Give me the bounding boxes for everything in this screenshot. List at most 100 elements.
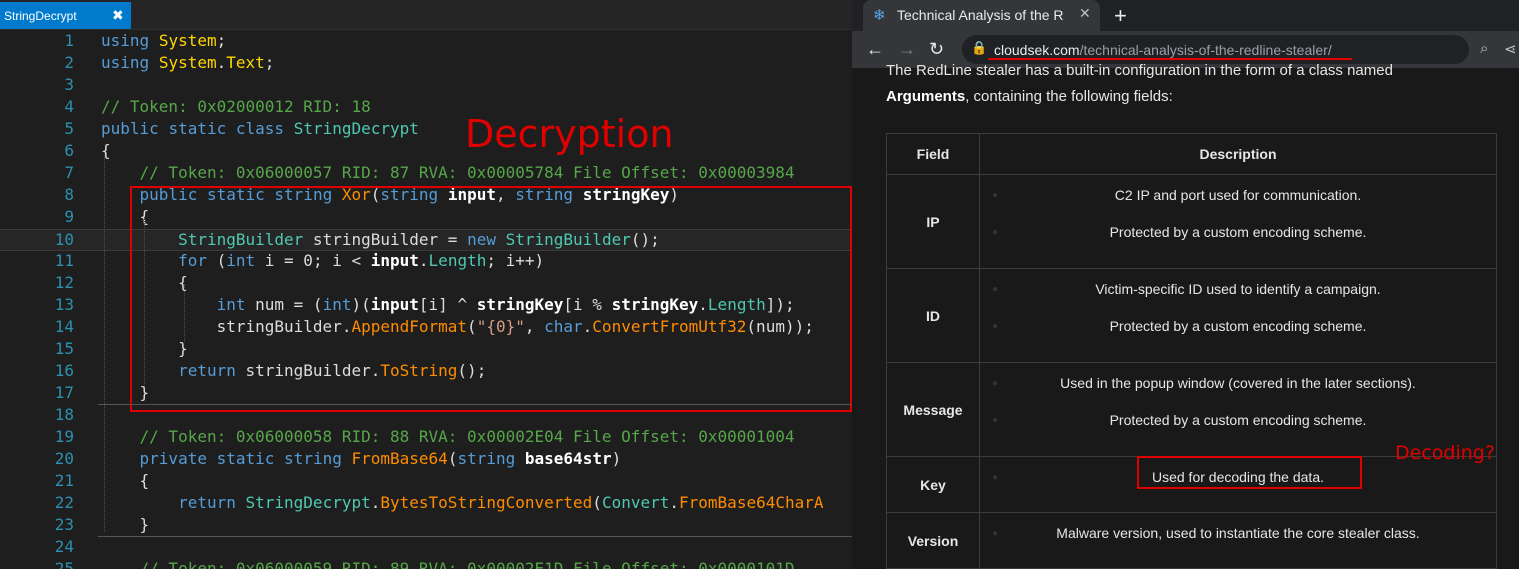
description-bullet: ● C2 IP and port used for communication.	[980, 177, 1496, 214]
method-separator	[98, 404, 852, 405]
page-content: The RedLine stealer has a built-in confi…	[852, 62, 1519, 569]
description-cell: ● C2 IP and port used for communication. ●…	[979, 174, 1497, 269]
site-favicon-icon: ❄	[873, 7, 886, 24]
new-tab-icon[interactable]: +	[1114, 3, 1127, 29]
bullet-icon: ●	[992, 284, 999, 295]
zoom-icon[interactable]: ⌕	[1480, 40, 1488, 57]
code-text: // Token: 0x06000059 RID: 89 RVA: 0x0000…	[101, 559, 795, 569]
editor-tab-bar: StringDecrypt ✖	[0, 0, 852, 30]
bullet-text: C2 IP and port used for communication.	[1114, 187, 1362, 203]
code-text: {	[101, 471, 150, 490]
intro-rest: , containing the following fields:	[965, 88, 1173, 105]
code-line[interactable]: 6{	[0, 140, 852, 162]
line-number: 9	[64, 207, 74, 226]
line-number: 17	[54, 383, 74, 402]
line-number: 13	[54, 295, 74, 314]
line-number: 11	[54, 251, 74, 270]
line-number: 18	[54, 405, 74, 424]
bullet-text: Protected by a custom encoding scheme.	[1109, 412, 1367, 428]
line-number: 3	[64, 75, 74, 94]
key-highlight-box	[1137, 456, 1362, 489]
indent-guide	[104, 152, 105, 532]
code-editor-pane: StringDecrypt ✖ 1 using System; 2 using Sys…	[0, 0, 852, 569]
editor-tab-label: StringDecrypt	[4, 9, 77, 23]
code-line[interactable]: 4 // Token: 0x02000012 RID: 18	[0, 96, 852, 118]
code-line[interactable]: 19 // Token: 0x06000058 RID: 88 RVA: 0x0…	[0, 426, 852, 448]
description-bullet: ● Malware version, used to instantiate th…	[980, 515, 1496, 552]
field-cell: IP	[886, 174, 980, 269]
line-number: 7	[64, 163, 74, 182]
decryption-annotation: Decryption	[465, 112, 674, 156]
code-text: // Token: 0x06000058 RID: 88 RVA: 0x0000…	[101, 427, 795, 446]
forward-arrow-icon[interactable]: →	[898, 39, 916, 60]
code-text: // Token: 0x06000057 RID: 87 RVA: 0x0000…	[101, 163, 795, 182]
editor-tab-stringdecrypt[interactable]: StringDecrypt ✖	[0, 2, 131, 29]
lock-icon: 🔒	[971, 40, 988, 55]
bullet-text: Used in the popup window (covered in the…	[1060, 375, 1416, 391]
line-number: 6	[64, 141, 74, 160]
line-number: 8	[64, 185, 74, 204]
bullet-text: Protected by a custom encoding scheme.	[1109, 318, 1367, 334]
line-number: 1	[64, 31, 74, 50]
code-text: using System.Text;	[101, 53, 275, 72]
code-line[interactable]: 5 public static class StringDecrypt	[0, 118, 852, 140]
line-number: 14	[54, 317, 74, 336]
bullet-text: Protected by a custom encoding scheme.	[1109, 224, 1367, 240]
line-number: 2	[64, 53, 74, 72]
share-icon[interactable]: ⋖	[1504, 40, 1517, 58]
line-number: 21	[54, 471, 74, 490]
code-line[interactable]: 7 // Token: 0x06000057 RID: 87 RVA: 0x00…	[0, 162, 852, 184]
table-header-row: Field Description	[886, 133, 1497, 175]
close-icon[interactable]: ✖	[112, 7, 124, 24]
code-text: using System;	[101, 31, 227, 50]
code-text: }	[101, 515, 150, 534]
line-number: 16	[54, 361, 74, 380]
description-bullet: ● Used in the popup window (covered in th…	[980, 365, 1496, 402]
method-separator	[98, 536, 852, 537]
line-number: 4	[64, 97, 74, 116]
bullet-text: Victim-specific ID used to identify a ca…	[1095, 281, 1381, 297]
code-line[interactable]: 24	[0, 536, 852, 558]
field-cell: Version	[886, 512, 980, 569]
description-bullet: ● Protected by a custom encoding scheme.	[980, 214, 1496, 251]
decoding-annotation: Decoding?	[1395, 442, 1495, 464]
line-number: 20	[54, 449, 74, 468]
browser-tab-title: Technical Analysis of the R	[897, 7, 1064, 23]
code-line[interactable]: 23 }	[0, 514, 852, 536]
bullet-icon: ●	[992, 321, 999, 332]
reload-icon[interactable]: ↻	[929, 39, 944, 60]
field-cell: Message	[886, 362, 980, 457]
bullet-icon: ●	[992, 227, 999, 238]
browser-tab[interactable]: ❄ Technical Analysis of the R ✕	[863, 0, 1100, 31]
tab-close-icon[interactable]: ✕	[1079, 5, 1091, 22]
code-line[interactable]: 3	[0, 74, 852, 96]
code-text: private static string FromBase64(string …	[139, 449, 622, 468]
code-text: // Token: 0x02000012 RID: 18	[101, 97, 371, 116]
line-number: 22	[54, 493, 74, 512]
decryption-highlight-box	[130, 186, 852, 412]
code-text: {	[101, 141, 111, 160]
bullet-icon: ●	[992, 415, 999, 426]
line-number: 24	[54, 537, 74, 556]
code-line[interactable]: 20 private static string FromBase64(stri…	[0, 448, 852, 470]
line-number: 5	[64, 119, 74, 138]
description-cell: ● Malware version, used to instantiate th…	[979, 512, 1497, 569]
line-number: 12	[54, 273, 74, 292]
back-arrow-icon[interactable]: ←	[866, 39, 884, 60]
field-cell: Key	[886, 456, 980, 513]
description-bullet: ● Protected by a custom encoding scheme.	[980, 402, 1496, 439]
code-line[interactable]: 21 {	[0, 470, 852, 492]
code-line[interactable]: 1 using System;	[0, 30, 852, 52]
line-number: 23	[54, 515, 74, 534]
table-row: Version ● Malware version, used to instant…	[886, 512, 1497, 569]
code-line[interactable]: 2 using System.Text;	[0, 52, 852, 74]
bullet-icon: ●	[992, 190, 999, 201]
line-number: 10	[54, 230, 74, 249]
code-line[interactable]: 22 return StringDecrypt.BytesToStringCon…	[0, 492, 852, 514]
code-line[interactable]: 25 // Token: 0x06000059 RID: 89 RVA: 0x0…	[0, 558, 852, 569]
arguments-bold: Arguments	[886, 88, 966, 105]
description-bullet: ● Victim-specific ID used to identify a c…	[980, 271, 1496, 308]
field-cell: ID	[886, 268, 980, 363]
table-row: ID ● Victim-specific ID used to identify a…	[886, 268, 1497, 363]
arguments-table: Field Description IP ● C2 IP and port used…	[886, 133, 1497, 569]
